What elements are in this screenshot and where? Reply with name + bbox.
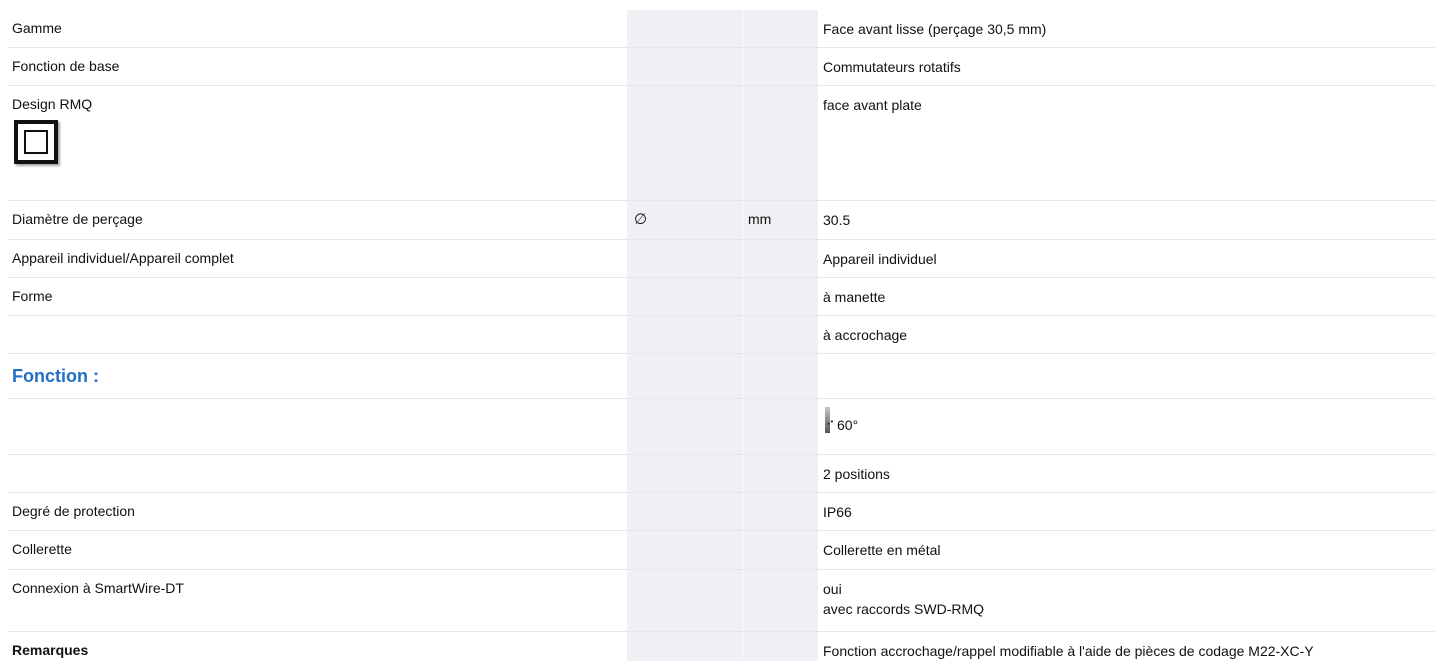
spec-row-design-rmq: Design RMQ face avant plate — [8, 86, 1435, 201]
spec-value: Appareil individuel — [823, 251, 937, 267]
spec-value: IP66 — [823, 504, 852, 520]
spec-value: 2 positions — [823, 466, 890, 482]
spec-label: Remarques — [12, 642, 89, 658]
spec-value: oui avec raccords SWD-RMQ — [823, 579, 984, 619]
spec-value-line-1: oui — [823, 581, 842, 597]
spec-unit: mm — [748, 211, 772, 227]
spec-row-positions: 2 positions — [8, 455, 1435, 493]
spec-value: à manette — [823, 289, 886, 305]
spec-label: Fonction de base — [12, 58, 120, 74]
spec-row-fonction-de-base: Fonction de base Commutateurs rotatifs — [8, 48, 1435, 86]
spec-label: Design RMQ — [12, 96, 93, 112]
spec-value: Commutateurs rotatifs — [823, 59, 961, 75]
rmq-flat-bezel-icon — [14, 120, 58, 164]
section-fonction: Fonction : — [8, 354, 1435, 399]
spec-label: Forme — [12, 288, 53, 304]
spec-row-forme: Forme à manette — [8, 278, 1435, 316]
spec-row-gamme: Gamme Face avant lisse (perçage 30,5 mm) — [8, 10, 1435, 48]
spec-row-diametre-de-percage: Diamètre de perçage ∅ mm 30.5 — [8, 201, 1435, 240]
spec-label: Appareil individuel/Appareil complet — [12, 250, 234, 266]
diameter-symbol: ∅ — [634, 210, 648, 228]
spec-value: Face avant lisse (perçage 30,5 mm) — [823, 21, 1047, 37]
angle-value: 60° — [837, 417, 859, 433]
spec-value: face avant plate — [823, 97, 922, 113]
spec-row-smartwire: Connexion à SmartWire-DT oui avec raccor… — [8, 570, 1435, 632]
spec-label: Degré de protection — [12, 503, 135, 519]
spec-value-line-2: avec raccords SWD-RMQ — [823, 601, 985, 617]
spec-label: Connexion à SmartWire-DT — [12, 580, 184, 596]
spec-label: Gamme — [12, 20, 62, 36]
spec-row-collerette: Collerette Collerette en métal — [8, 531, 1435, 570]
spec-sheet: Gamme Face avant lisse (perçage 30,5 mm)… — [0, 0, 1435, 661]
spec-row-forme-2: à accrochage — [8, 316, 1435, 354]
spec-value: 30.5 — [823, 212, 851, 228]
section-title: Fonction : — [12, 366, 99, 386]
spec-row-appareil: Appareil individuel/Appareil complet App… — [8, 240, 1435, 278]
spec-label: Diamètre de perçage — [12, 211, 143, 227]
spec-value: Collerette en métal — [823, 542, 941, 558]
spec-row-degre-de-protection: Degré de protection IP66 — [8, 493, 1435, 531]
spec-value: 60° — [823, 407, 858, 435]
spec-row-remarques: Remarques Fonction accrochage/rappel mod… — [8, 632, 1435, 661]
spec-label: Collerette — [12, 541, 72, 557]
spec-value: à accrochage — [823, 327, 908, 343]
rotation-angle-icon — [823, 407, 837, 435]
spec-row-angle: 60° — [8, 399, 1435, 455]
spec-value: Fonction accrochage/rappel modifiable à … — [823, 643, 1314, 659]
